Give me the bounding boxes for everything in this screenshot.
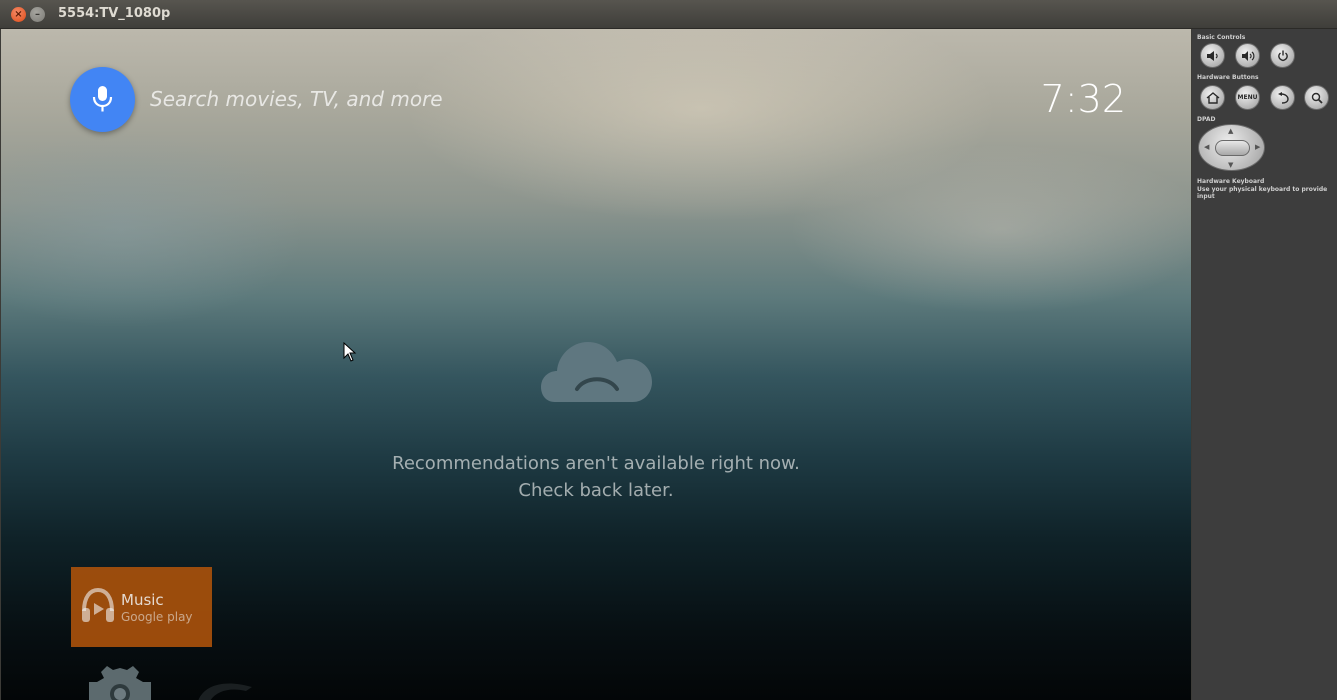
settings-gear-icon[interactable]	[85, 664, 155, 700]
power-button[interactable]	[1270, 43, 1295, 68]
app-tile-subtitle: Google play	[121, 610, 193, 624]
back-button[interactable]	[1270, 85, 1295, 110]
dpad-right-icon[interactable]: ▶	[1255, 144, 1260, 151]
recommendations-message: Recommendations aren't available right n…	[301, 450, 891, 504]
dpad-down-icon[interactable]: ▼	[1228, 162, 1233, 169]
window-minimize-button[interactable]: –	[30, 7, 45, 22]
dpad-center-button[interactable]	[1215, 140, 1250, 156]
tv-screen: 7:32 Recommendations aren't available ri…	[1, 29, 1191, 700]
dpad-left-icon[interactable]: ◀	[1204, 144, 1209, 151]
home-icon	[1206, 91, 1219, 104]
search-input[interactable]	[150, 87, 570, 111]
search-button[interactable]	[1304, 85, 1329, 110]
hardware-buttons-label: Hardware Buttons	[1197, 74, 1259, 81]
volume-up-icon	[1241, 50, 1254, 61]
basic-controls-label: Basic Controls	[1197, 34, 1246, 41]
power-icon	[1277, 50, 1288, 61]
volume-down-icon	[1206, 50, 1218, 61]
app-tile-title: Music	[121, 591, 164, 609]
window-close-button[interactable]: ×	[11, 7, 26, 22]
clock: 7:32	[1040, 77, 1126, 121]
dpad-label: DPAD	[1197, 116, 1216, 123]
window-title: 5554:TV_1080p	[58, 6, 171, 21]
home-button[interactable]	[1200, 85, 1225, 110]
hardware-keyboard-label: Hardware Keyboard	[1197, 178, 1265, 185]
app-icon-partial[interactable]	[194, 677, 256, 700]
menu-button-label: MENU	[1237, 94, 1258, 101]
menu-button[interactable]: MENU	[1235, 85, 1260, 110]
emulator-control-panel: Basic Controls Hardware Buttons MENU DPA…	[1192, 29, 1337, 700]
search-icon	[1311, 92, 1323, 104]
microphone-icon	[92, 86, 113, 112]
back-arrow-icon	[1277, 91, 1289, 104]
voice-search-button[interactable]	[70, 67, 135, 132]
dpad[interactable]: ▲ ▼ ◀ ▶	[1198, 124, 1265, 171]
message-line-2: Check back later.	[518, 480, 674, 501]
window-titlebar: × – 5554:TV_1080p	[0, 0, 1337, 29]
headphones-icon	[82, 587, 114, 622]
volume-down-button[interactable]	[1200, 43, 1225, 68]
mouse-cursor-icon	[343, 342, 357, 362]
hardware-keyboard-description: Use your physical keyboard to provide in…	[1197, 186, 1328, 200]
dpad-up-icon[interactable]: ▲	[1228, 128, 1233, 135]
message-line-1: Recommendations aren't available right n…	[392, 453, 800, 474]
app-tile-music[interactable]: Music Google play	[71, 567, 212, 647]
volume-up-button[interactable]	[1235, 43, 1260, 68]
sad-cloud-icon	[541, 342, 652, 402]
